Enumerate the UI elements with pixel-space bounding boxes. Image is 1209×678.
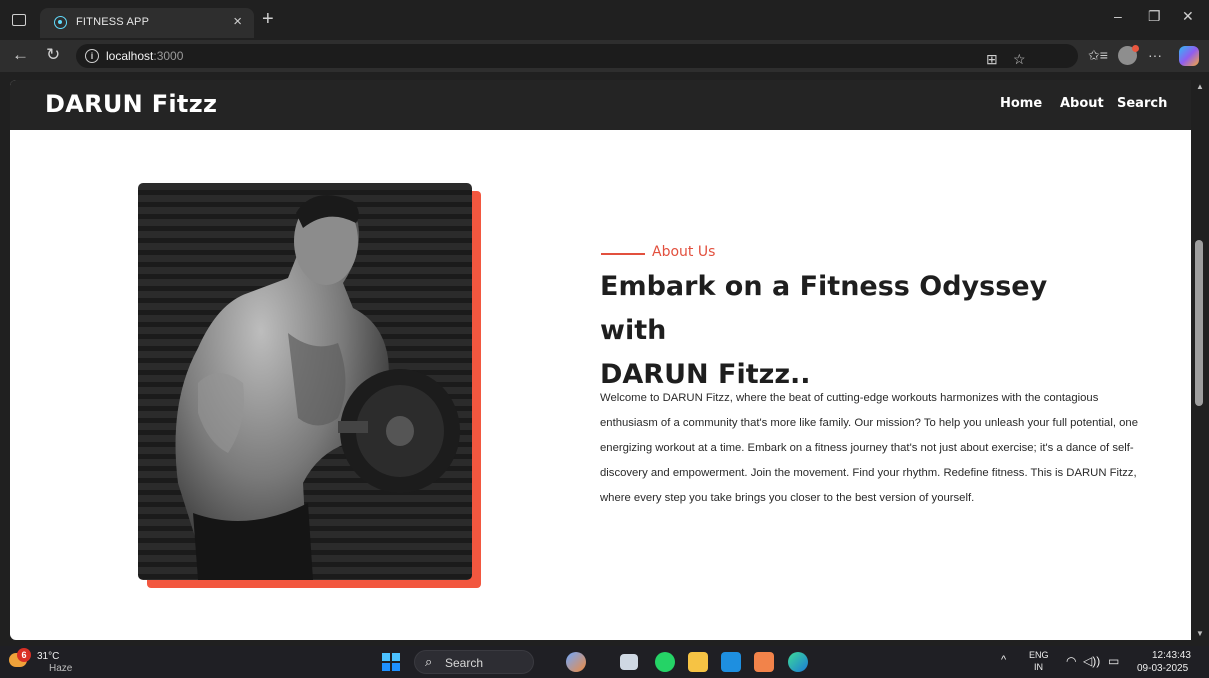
browser-tab-bar: FITNESS APP × + – ❐ ✕	[0, 0, 1209, 40]
search-icon: ⌕	[425, 654, 433, 669]
favorites-icon[interactable]: ✩≡	[1088, 47, 1108, 64]
restore-icon[interactable]: ❐	[1148, 8, 1161, 25]
edge-browser-icon[interactable]	[788, 652, 808, 672]
address-bar-row: ← ↻ i localhost:3000 ⊞ ☆ ✩≡ ···	[0, 40, 1209, 72]
copilot-icon[interactable]	[1179, 46, 1199, 66]
tab-actions-icon[interactable]	[12, 14, 26, 26]
battery-icon[interactable]: ▭	[1108, 654, 1119, 668]
clock-time[interactable]: 12:43:43	[1152, 650, 1191, 661]
language-bottom: IN	[1034, 662, 1043, 672]
widgets-icon[interactable]	[566, 652, 586, 672]
xampp-icon[interactable]	[754, 652, 774, 672]
favorite-star-icon[interactable]: ☆	[1013, 51, 1026, 68]
split-screen-icon[interactable]: ⊞	[986, 51, 998, 68]
close-window-icon[interactable]: ✕	[1182, 8, 1194, 25]
back-icon[interactable]: ←	[12, 45, 29, 65]
about-label-line	[601, 253, 645, 255]
new-tab-icon[interactable]: +	[262, 8, 274, 31]
whatsapp-icon[interactable]	[655, 652, 675, 672]
scroll-down-arrow-icon[interactable]: ▼	[1196, 629, 1204, 638]
scroll-up-arrow-icon[interactable]: ▲	[1196, 82, 1204, 91]
weather-description: Haze	[49, 663, 73, 674]
site-brand-logo[interactable]: DARUN Fitzz	[45, 90, 217, 118]
nav-link-home[interactable]: Home	[1000, 96, 1042, 111]
about-paragraph: Welcome to DARUN Fitzz, where the beat o…	[600, 392, 1138, 504]
nav-link-search[interactable]: Search	[1117, 96, 1167, 111]
reload-icon[interactable]: ↻	[46, 45, 60, 65]
page-viewport: DARUN Fitzz Home About Search About Us E…	[10, 80, 1191, 640]
nav-link-about[interactable]: About	[1060, 96, 1104, 111]
browser-tab[interactable]: FITNESS APP ×	[40, 8, 254, 38]
about-heading: Embark on a Fitness Odyssey with DARUN F…	[600, 265, 1120, 397]
weather-badge: 6	[17, 648, 31, 662]
react-favicon-icon	[54, 16, 67, 29]
site-navbar: DARUN Fitzz Home About Search	[10, 80, 1191, 130]
tray-overflow-icon[interactable]: ^	[1001, 654, 1006, 666]
profile-avatar-icon[interactable]	[1118, 45, 1139, 65]
url-host: localhost	[106, 49, 154, 63]
tab-close-icon[interactable]: ×	[233, 13, 242, 30]
wifi-icon[interactable]: ◠	[1066, 654, 1076, 668]
heading-line-1: Embark on a Fitness Odyssey with	[600, 271, 1048, 346]
url-field[interactable]: i localhost:3000 ⊞ ☆	[76, 44, 1078, 68]
taskbar-search-box[interactable]: ⌕ Search	[414, 650, 534, 674]
about-us-label: About Us	[652, 244, 716, 260]
task-view-icon[interactable]	[620, 654, 638, 670]
minimize-icon[interactable]: –	[1114, 8, 1122, 24]
bodybuilder-illustration	[175, 195, 460, 580]
weather-temperature[interactable]: 31°C	[37, 651, 59, 662]
scroll-thumb[interactable]	[1195, 240, 1203, 406]
windows-taskbar: 6 31°C Haze ⌕ Search ^ ENG IN ◠ ◁)) ▭ 12…	[0, 646, 1209, 678]
language-top[interactable]: ENG	[1029, 650, 1049, 660]
vscode-icon[interactable]	[721, 652, 741, 672]
url-text: localhost:3000	[106, 49, 183, 63]
site-info-icon[interactable]: i	[85, 49, 99, 63]
more-menu-icon[interactable]: ···	[1148, 47, 1162, 63]
clock-date[interactable]: 09-03-2025	[1137, 663, 1188, 674]
volume-icon[interactable]: ◁))	[1083, 654, 1100, 668]
bodybuilder-photo	[138, 183, 472, 580]
tab-title: FITNESS APP	[76, 16, 150, 28]
page-scrollbar[interactable]: ▲ ▼	[1191, 80, 1209, 640]
url-port: :3000	[153, 49, 184, 63]
search-placeholder: Search	[445, 656, 484, 670]
windows-start-icon[interactable]	[382, 653, 400, 671]
file-explorer-icon[interactable]	[688, 652, 708, 672]
